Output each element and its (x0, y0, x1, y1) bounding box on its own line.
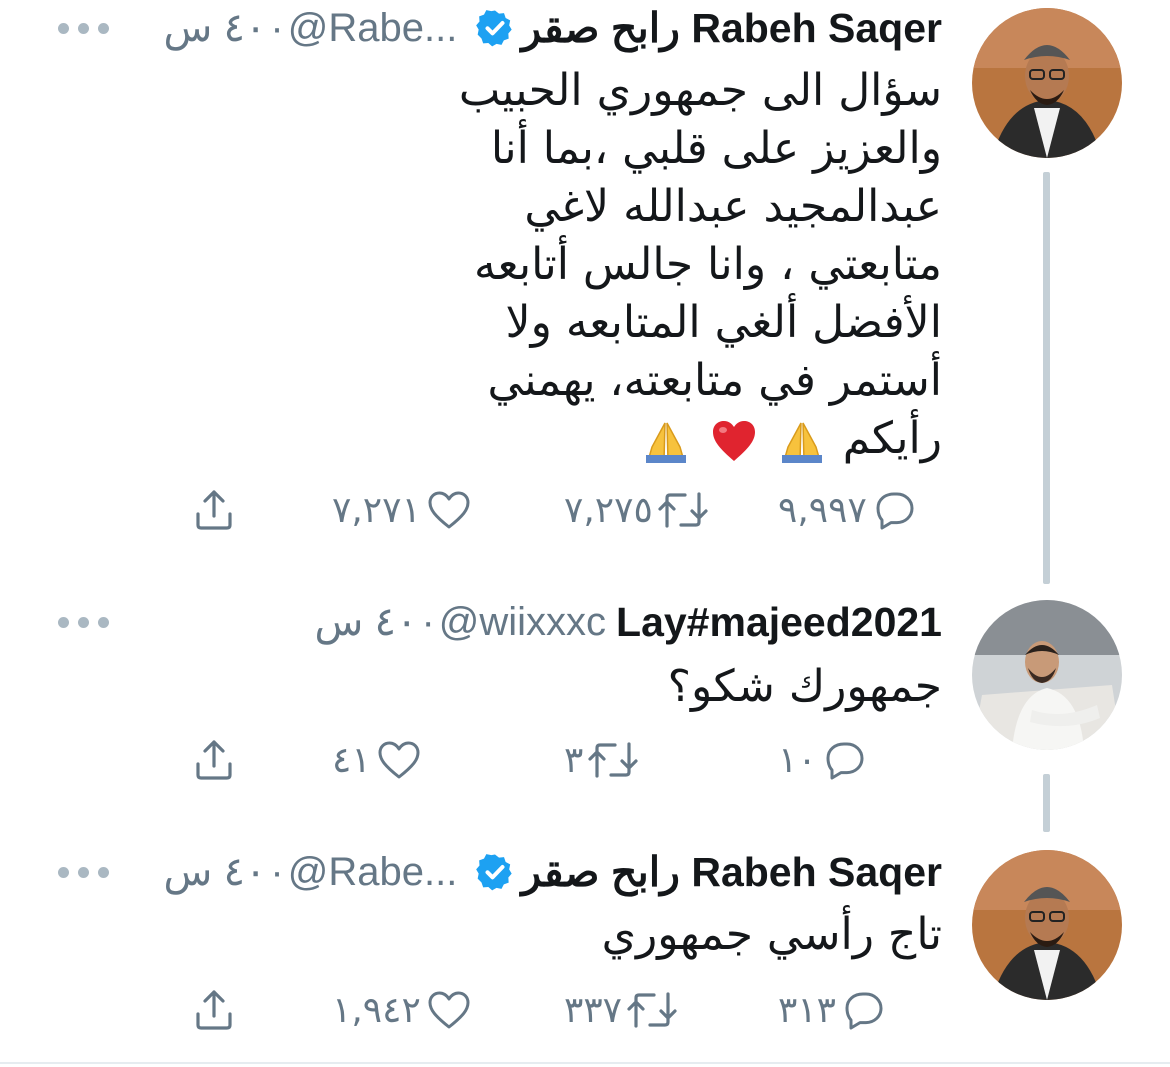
retweet-count: ٣ (564, 739, 584, 781)
timestamp[interactable]: ٤٠ س (163, 5, 266, 51)
like-count: ١,٩٤٢ (332, 989, 421, 1031)
display-name[interactable]: رابح صقر Rabeh Saqer (521, 4, 942, 52)
tweet-text-line: تاج رأسي جمهوري (601, 909, 942, 960)
tweet-text: جمهورك شكو؟ (302, 658, 942, 716)
reply-button[interactable]: ٩,٩٩٧ (778, 480, 919, 540)
thread-line (1043, 774, 1050, 832)
avatar-rabeh-saqer[interactable] (972, 8, 1122, 158)
tweet-text: تاج رأسي جمهوري (302, 906, 942, 964)
thread-line (1043, 172, 1050, 584)
user-handle[interactable]: @Rabe... (288, 850, 458, 895)
share-button[interactable] (190, 980, 238, 1040)
like-count: ٧,٢٧١ (332, 489, 421, 531)
tweet-text-line: أستمر في متابعته، يهمني (487, 355, 942, 406)
display-name[interactable]: رابح صقر Rabeh Saqer (521, 848, 942, 896)
more-dots-icon[interactable] (46, 846, 121, 898)
verified-badge-icon (476, 10, 512, 47)
reply-count: ٣١٣ (778, 989, 837, 1031)
retweet-icon (627, 992, 677, 1028)
more-dots-icon[interactable] (46, 596, 121, 648)
bottom-divider (0, 1062, 1170, 1064)
reply-button[interactable]: ٣١٣ (778, 980, 888, 1040)
reply-count: ٩,٩٩٧ (778, 489, 867, 531)
heart-icon (428, 991, 470, 1029)
folded-hands-icon (781, 422, 822, 463)
user-handle[interactable]: @wiixxxc (439, 600, 606, 645)
reply-bubble-icon (826, 742, 864, 780)
tweet-header: رابح صقر Rabeh Saqer @Rabe... · ٤٠ س (40, 2, 942, 54)
timestamp[interactable]: ٤٠ س (315, 599, 418, 645)
retweet-button[interactable]: ٣ (564, 730, 639, 790)
tweet-text-line: عبدالمجيد عبدالله لاغي (524, 181, 942, 232)
separator-dot: · (421, 599, 435, 644)
tweet-text-line: والعزيز على قلبي ،بما أنا (490, 123, 942, 174)
avatar-lay-majeed[interactable] (972, 600, 1122, 750)
tweet-text-line: متابعتي ، وانا جالس أتابعه (474, 239, 942, 290)
reply-bubble-icon (845, 992, 883, 1030)
separator-dot: · (270, 849, 284, 894)
reply-bubble-icon (876, 492, 914, 530)
retweet-count: ٧,٢٧٥ (564, 489, 653, 531)
reply-count: ١٠ (778, 739, 817, 781)
share-button[interactable] (190, 480, 238, 540)
timestamp[interactable]: ٤٠ س (163, 849, 266, 895)
tweet-text-line-last: رأيكم (302, 410, 942, 468)
share-icon (196, 490, 232, 530)
folded-hands-icon (645, 422, 686, 463)
display-name[interactable]: Lay#majeed2021 (616, 599, 942, 646)
tweet-header: Lay#majeed2021 @wiixxxc · ٤٠ س (40, 596, 942, 648)
heart-icon (428, 491, 470, 529)
tweet-actions: ١٠ ٣ ٤١ (180, 730, 960, 790)
retweet-icon (588, 742, 638, 778)
like-button[interactable]: ٧,٢٧١ (332, 480, 473, 540)
avatar-rabeh-saqer[interactable] (972, 850, 1122, 1000)
red-heart-icon (712, 421, 755, 461)
retweet-button[interactable]: ٣٣٧ (564, 980, 678, 1040)
tweet-actions: ٣١٣ ٣٣٧ ١,٩٤٢ (180, 980, 960, 1040)
retweet-button[interactable]: ٧,٢٧٥ (564, 480, 709, 540)
tweet-text-line: سؤال الى جمهوري الحبيب (458, 65, 942, 116)
tweet-text-line: الأفضل ألغي المتابعه ولا (505, 297, 942, 348)
tweet-text-line: جمهورك شكو؟ (667, 661, 942, 712)
share-icon (196, 740, 232, 780)
tweet-header: رابح صقر Rabeh Saqer @Rabe... · ٤٠ س (40, 846, 942, 898)
tweet-text-word: رأيكم (842, 413, 942, 464)
heart-icon (378, 741, 420, 779)
share-icon (196, 990, 232, 1030)
tweet-actions: ٩,٩٩٧ ٧,٢٧٥ ٧,٢٧١ (180, 480, 960, 540)
retweet-count: ٣٣٧ (564, 989, 623, 1031)
user-handle[interactable]: @Rabe... (288, 6, 458, 51)
tweet-text: سؤال الى جمهوري الحبيب والعزيز على قلبي … (302, 62, 942, 468)
verified-badge-icon (476, 854, 512, 891)
tweet-3[interactable]: رابح صقر Rabeh Saqer @Rabe... · ٤٠ س تاج… (0, 830, 1170, 1067)
like-button[interactable]: ٤١ (332, 730, 423, 790)
tweet-2[interactable]: Lay#majeed2021 @wiixxxc · ٤٠ س جمهورك شك… (0, 580, 1170, 832)
more-dots-icon[interactable] (46, 2, 121, 54)
retweet-icon (658, 492, 708, 528)
like-button[interactable]: ١,٩٤٢ (332, 980, 473, 1040)
tweet-1[interactable]: رابح صقر Rabeh Saqer @Rabe... · ٤٠ س سؤا… (0, 0, 1170, 584)
like-count: ٤١ (332, 739, 371, 781)
share-button[interactable] (190, 730, 238, 790)
separator-dot: · (270, 5, 284, 50)
reply-button[interactable]: ١٠ (778, 730, 869, 790)
